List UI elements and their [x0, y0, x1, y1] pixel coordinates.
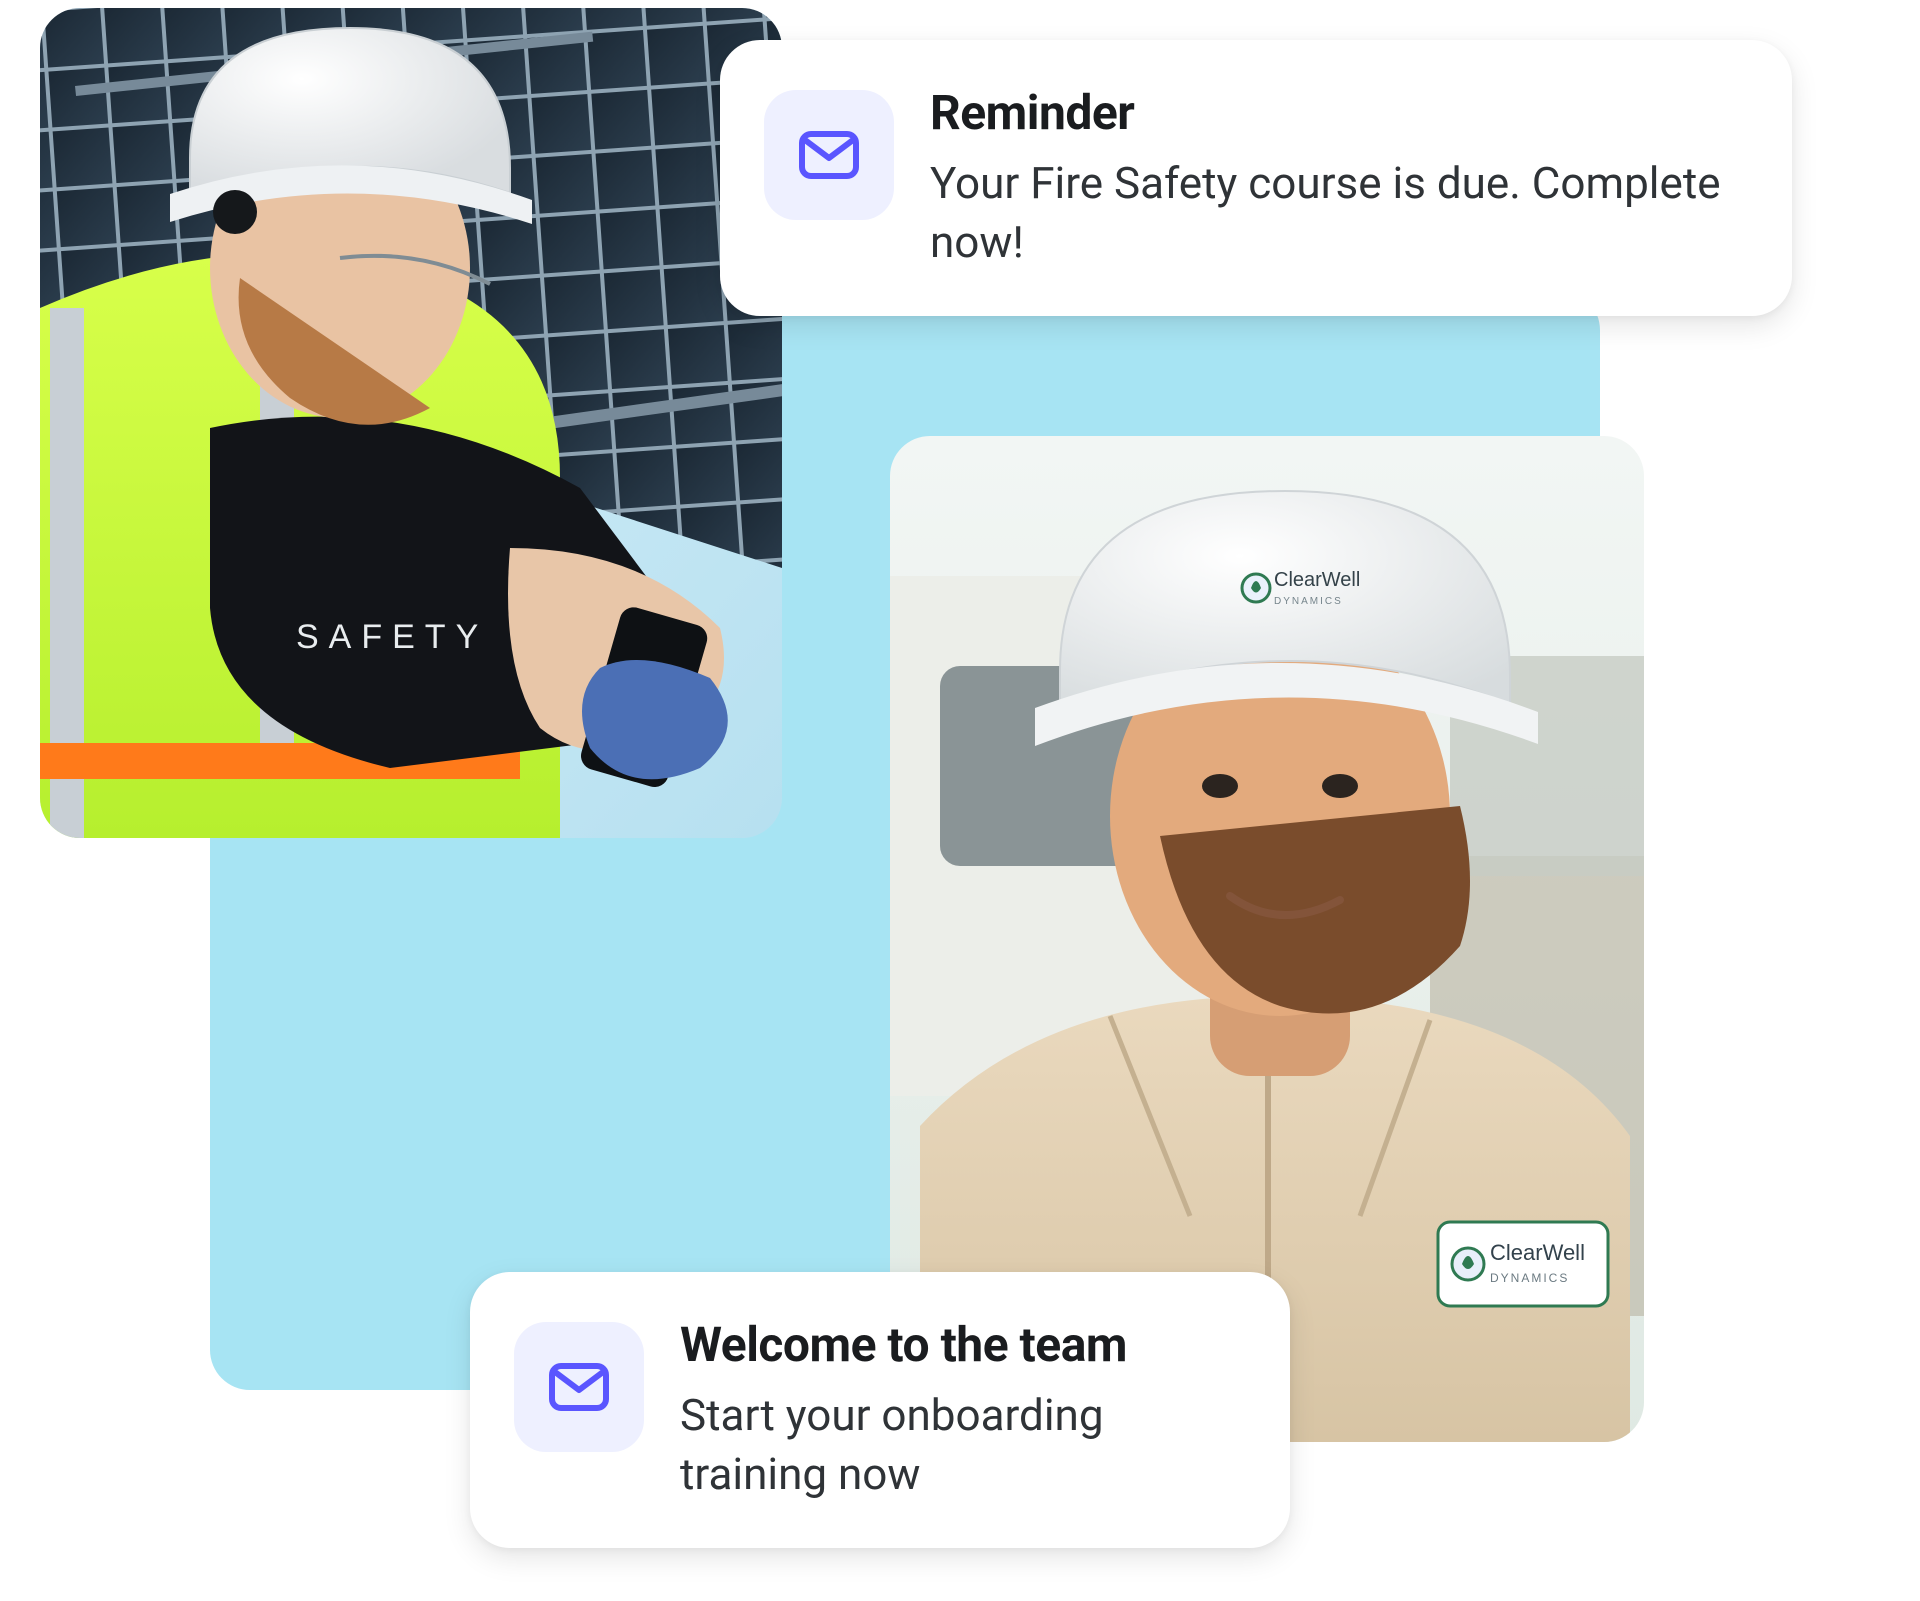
notification-reminder[interactable]: Reminder Your Fire Safety course is due.…: [720, 40, 1792, 316]
company-tagline-patch: DYNAMICS: [1490, 1271, 1569, 1285]
mail-icon: [793, 119, 865, 191]
notification-body: Reminder Your Fire Safety course is due.…: [930, 84, 1740, 272]
notification-text: Start your onboarding training now: [680, 1386, 1238, 1505]
notification-title: Reminder: [930, 84, 1740, 142]
mail-icon: [543, 1351, 615, 1423]
notification-welcome[interactable]: Welcome to the team Start your onboardin…: [470, 1272, 1290, 1548]
notification-text: Your Fire Safety course is due. Complete…: [930, 154, 1740, 273]
photo-worker-solar-svg: SAFETY: [40, 8, 782, 838]
company-name-helmet: ClearWell: [1274, 569, 1360, 591]
company-name-patch: ClearWell: [1490, 1240, 1585, 1265]
mail-icon-tile: [764, 90, 894, 220]
mail-icon-tile: [514, 1322, 644, 1452]
photo-worker-solar: SAFETY: [40, 8, 782, 838]
notification-body: Welcome to the team Start your onboardin…: [680, 1316, 1238, 1504]
notification-title: Welcome to the team: [680, 1316, 1238, 1374]
company-tagline-helmet: DYNAMICS: [1274, 596, 1343, 607]
shirt-safety-label: SAFETY: [296, 618, 488, 656]
